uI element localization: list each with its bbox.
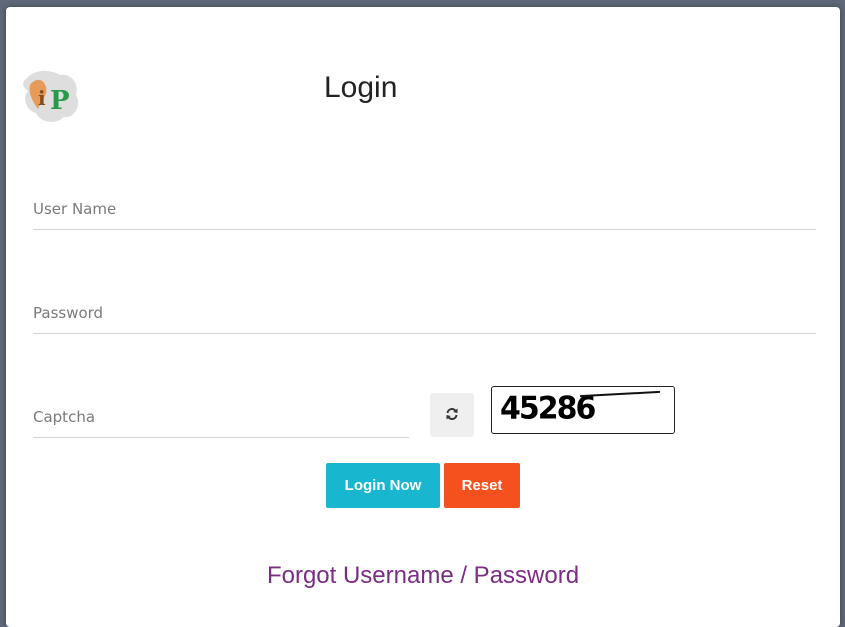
page-title: Login bbox=[324, 71, 398, 104]
captcha-image: 45286 bbox=[491, 386, 675, 434]
forgot-credentials-link[interactable]: Forgot Username / Password bbox=[6, 562, 840, 590]
reset-button[interactable]: Reset bbox=[444, 463, 520, 508]
password-input[interactable] bbox=[33, 293, 816, 334]
login-button[interactable]: Login Now bbox=[326, 463, 440, 508]
username-input[interactable] bbox=[33, 189, 816, 230]
logo-icon: i P bbox=[20, 65, 84, 129]
svg-text:P: P bbox=[50, 86, 70, 116]
login-modal: i P Login 45286 Login Now Reset Forgot U… bbox=[6, 7, 840, 627]
refresh-captcha-button[interactable] bbox=[430, 393, 474, 437]
refresh-icon bbox=[445, 407, 459, 424]
captcha-input[interactable] bbox=[33, 397, 409, 438]
svg-text:i: i bbox=[38, 86, 46, 110]
